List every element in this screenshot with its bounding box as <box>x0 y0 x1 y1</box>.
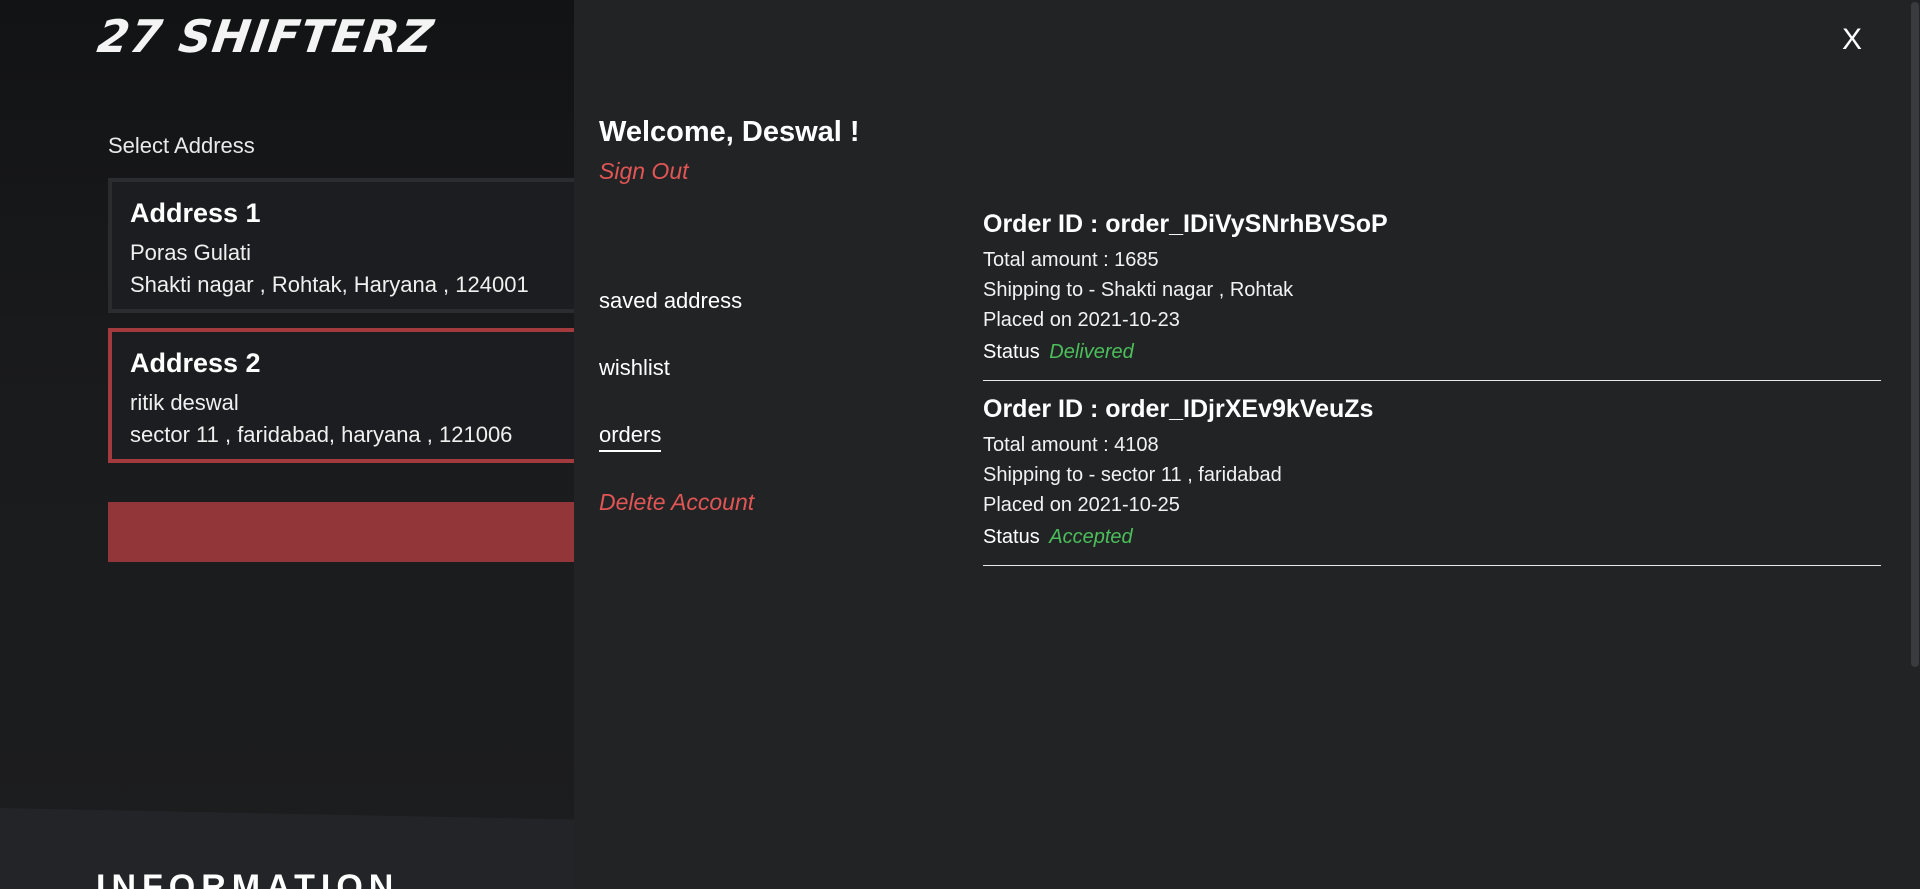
close-panel-button[interactable]: X <box>1836 22 1868 58</box>
sign-out-link[interactable]: Sign Out <box>599 158 689 185</box>
address-title: Address 1 <box>130 198 261 228</box>
order-shipping: Shipping to - Shakti nagar , Rohtak <box>983 279 1294 301</box>
welcome-heading: Welcome, Deswal ! <box>599 116 860 148</box>
order-id: Order ID : order_IDjrXEv9kVeuZs <box>983 395 1374 423</box>
scrollbar-thumb[interactable] <box>1911 2 1919 667</box>
order-status-label: Status <box>983 526 1040 548</box>
order-id: Order ID : order_IDiVySNrhBVSoP <box>983 210 1388 238</box>
brand-logo[interactable]: 27 SHIFTERZ <box>94 10 437 63</box>
orders-list: Order ID : order_IDiVySNrhBVSoP Total am… <box>983 210 1881 580</box>
address-name: Poras Gulati <box>130 240 252 265</box>
order-status: Status Accepted <box>983 526 1881 549</box>
address-line: Shakti nagar , Rohtak, Haryana , 124001 <box>130 272 529 297</box>
order-item: Order ID : order_IDiVySNrhBVSoP Total am… <box>983 210 1881 381</box>
order-status-value: Accepted <box>1049 526 1133 548</box>
panel-scrollbar[interactable] <box>1910 0 1920 889</box>
order-item: Order ID : order_IDjrXEv9kVeuZs Total am… <box>983 395 1881 566</box>
address-name: ritik deswal <box>130 390 239 415</box>
address-title: Address 2 <box>130 348 261 378</box>
address-line: sector 11 , faridabad, haryana , 121006 <box>130 422 513 447</box>
order-total: Total amount : 1685 <box>983 249 1159 271</box>
delete-account-link[interactable]: Delete Account <box>599 489 754 516</box>
order-placed-date: Placed on 2021-10-25 <box>983 494 1180 516</box>
address-card-1[interactable]: Address 1 Poras Gulati Shakti nagar , Ro… <box>108 178 628 313</box>
nav-saved-address[interactable]: saved address <box>599 288 742 314</box>
order-status-value: Delivered <box>1049 341 1134 363</box>
order-status: Status Delivered <box>983 341 1881 364</box>
order-placed-date: Placed on 2021-10-23 <box>983 309 1180 331</box>
order-shipping: Shipping to - sector 11 , faridabad <box>983 464 1282 486</box>
nav-wishlist[interactable]: wishlist <box>599 355 670 381</box>
order-total: Total amount : 4108 <box>983 434 1159 456</box>
order-status-label: Status <box>983 341 1040 363</box>
account-side-panel: X Welcome, Deswal ! Sign Out saved addre… <box>574 0 1920 889</box>
nav-orders[interactable]: orders <box>599 422 662 452</box>
select-address-heading: Select Address <box>108 133 255 158</box>
information-heading: INFORMATION <box>96 868 400 889</box>
address-card-2[interactable]: Address 2 ritik deswal sector 11 , farid… <box>108 328 628 463</box>
